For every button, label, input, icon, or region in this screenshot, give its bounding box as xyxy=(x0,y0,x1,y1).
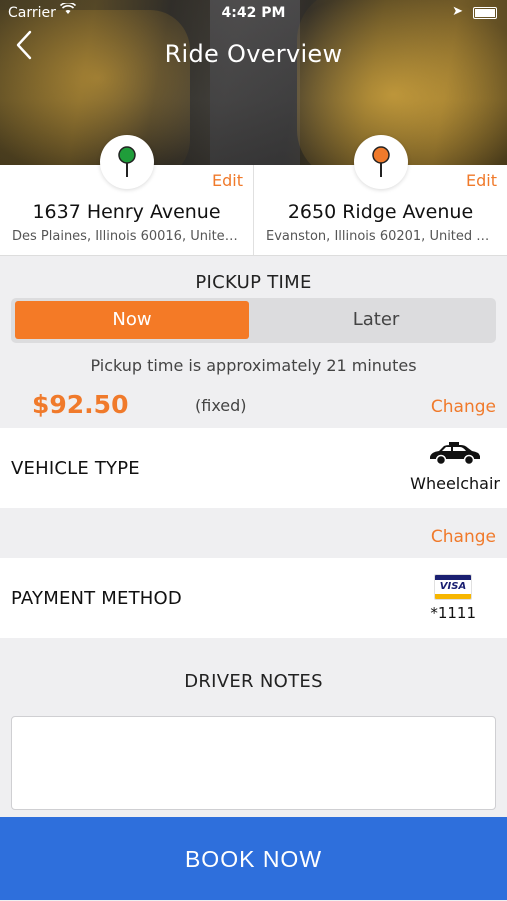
dropoff-address-detail: Evanston, Illinois 60201, United States xyxy=(266,229,497,244)
status-bar: Carrier 4:42 PM ➤ xyxy=(0,1,507,26)
vehicle-change-link[interactable]: Change xyxy=(431,397,496,417)
page-title: Ride Overview xyxy=(164,40,343,68)
battery-icon xyxy=(473,7,497,19)
driver-notes-title: DRIVER NOTES xyxy=(184,671,323,692)
dropoff-pin-icon xyxy=(353,135,408,189)
card-brand: VISA xyxy=(439,581,467,592)
pickup-pin-icon xyxy=(99,135,154,189)
payment-method-label: PAYMENT METHOD xyxy=(11,588,182,609)
vehicle-type-value: Wheelchair xyxy=(410,474,500,493)
payment-method-row[interactable]: PAYMENT METHOD VISA *1111 xyxy=(0,558,507,638)
visa-card-icon: VISA xyxy=(434,574,472,600)
fare-price: $92.50 xyxy=(32,390,129,419)
card-last4: *1111 xyxy=(430,604,476,622)
driver-notes-input[interactable] xyxy=(11,716,496,810)
book-now-button[interactable]: BOOK NOW xyxy=(0,817,507,900)
car-icon xyxy=(427,442,483,470)
pickup-now-option[interactable]: Now xyxy=(15,301,249,339)
dropoff-location-card[interactable]: Edit 2650 Ridge Avenue Evanston, Illinoi… xyxy=(254,135,507,255)
pickup-edit-link[interactable]: Edit xyxy=(212,171,243,190)
pickup-location-card[interactable]: Edit 1637 Henry Avenue Des Plaines, Illi… xyxy=(0,135,254,255)
pickup-time-title: PICKUP TIME xyxy=(195,272,312,293)
payment-change-link[interactable]: Change xyxy=(431,527,496,547)
locations-panel: Edit 1637 Henry Avenue Des Plaines, Illi… xyxy=(0,135,507,256)
pickup-eta-text: Pickup time is approximately 21 minutes xyxy=(90,356,417,375)
pickup-address: 1637 Henry Avenue xyxy=(32,201,221,223)
location-arrow-icon: ➤ xyxy=(452,4,463,19)
pickup-address-detail: Des Plaines, Illinois 60016, United Stat… xyxy=(12,229,243,244)
fare-note: (fixed) xyxy=(195,396,247,415)
vehicle-type-label: VEHICLE TYPE xyxy=(11,458,140,479)
dropoff-edit-link[interactable]: Edit xyxy=(466,171,497,190)
pickup-later-option[interactable]: Later xyxy=(259,301,493,339)
vehicle-type-row[interactable]: VEHICLE TYPE Wheelchair xyxy=(0,428,507,508)
dropoff-address: 2650 Ridge Avenue xyxy=(287,201,474,223)
pickup-time-selector: Now Later xyxy=(11,298,496,343)
clock: 4:42 PM xyxy=(221,5,286,21)
